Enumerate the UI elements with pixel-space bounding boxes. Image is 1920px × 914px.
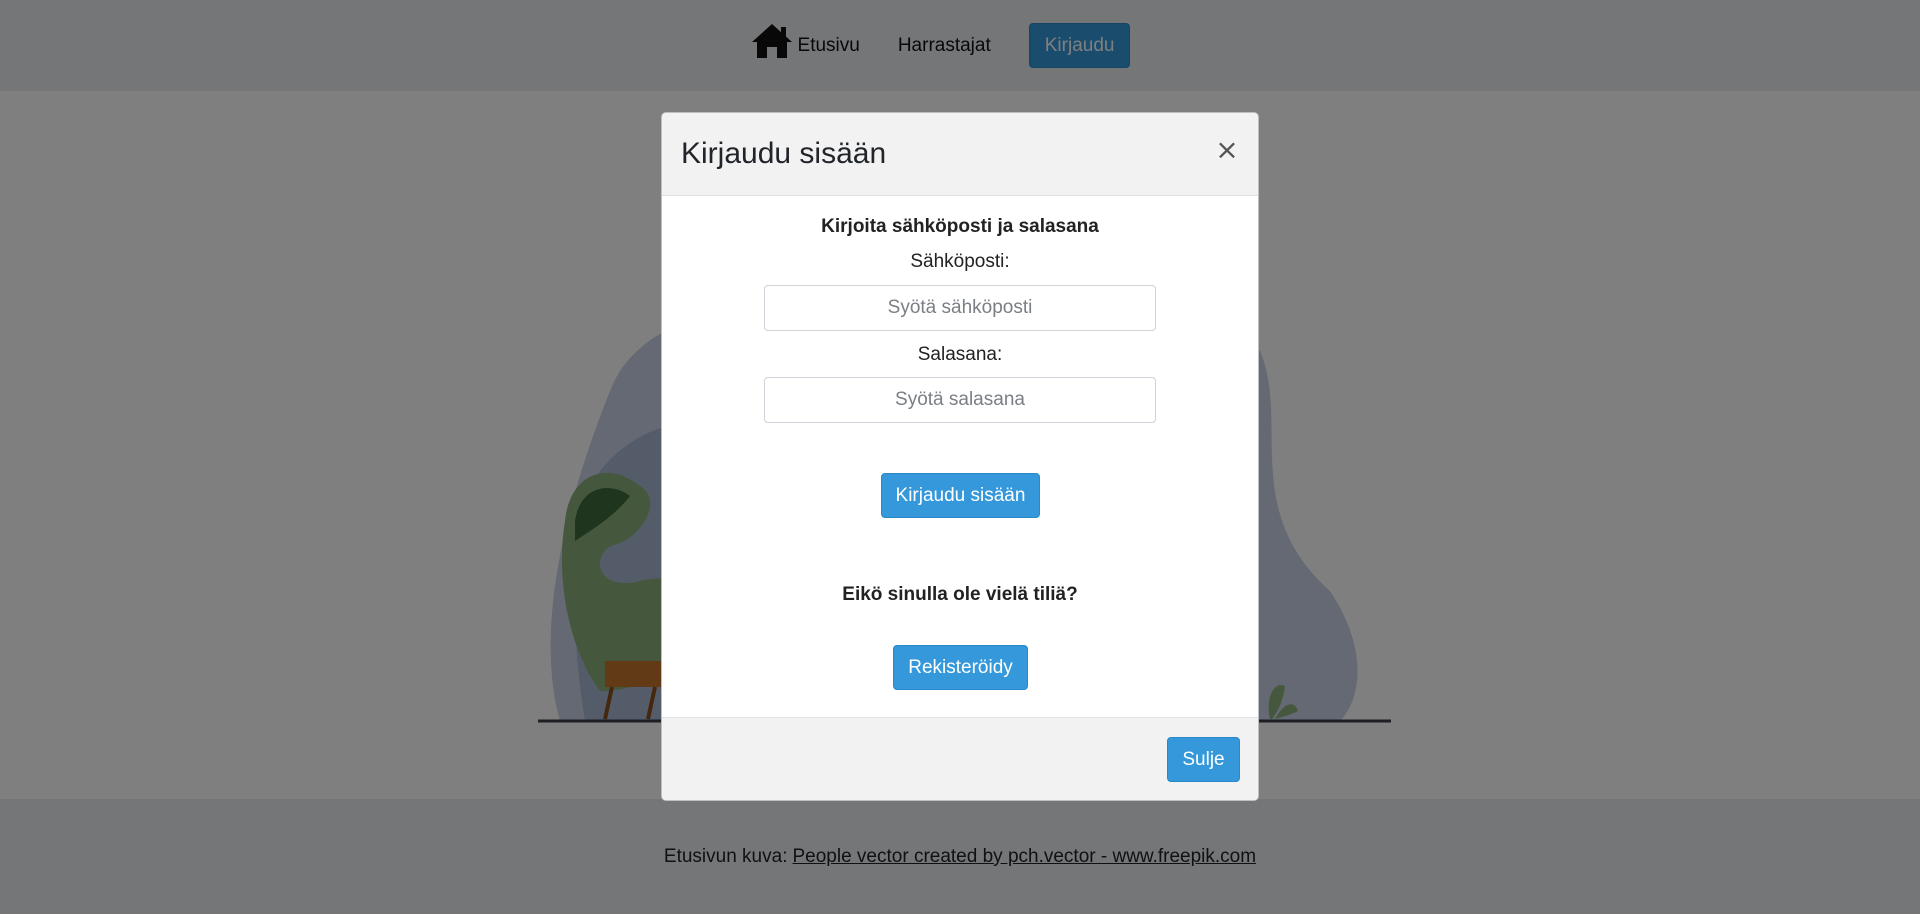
login-submit-button[interactable]: Kirjaudu sisään <box>881 473 1040 518</box>
email-field[interactable] <box>764 285 1156 331</box>
modal-title: Kirjaudu sisään <box>681 137 887 170</box>
password-label: Salasana: <box>917 344 1003 365</box>
modal-header: Kirjaudu sisään × <box>662 113 1258 196</box>
modal-footer: Sulje <box>662 717 1258 800</box>
login-prompt: Kirjoita sähköposti ja salasana <box>821 216 1099 237</box>
modal-body: Kirjoita sähköposti ja salasana Sähköpos… <box>662 196 1258 717</box>
close-modal-button[interactable]: Sulje <box>1167 737 1240 782</box>
register-button[interactable]: Rekisteröidy <box>893 645 1028 690</box>
password-field[interactable] <box>764 377 1156 423</box>
email-label: Sähköposti: <box>910 251 1010 272</box>
close-icon[interactable]: × <box>1212 135 1242 165</box>
no-account-text: Eikö sinulla ole vielä tiliä? <box>842 584 1078 605</box>
login-modal: Kirjaudu sisään × Kirjoita sähköposti ja… <box>661 112 1259 801</box>
